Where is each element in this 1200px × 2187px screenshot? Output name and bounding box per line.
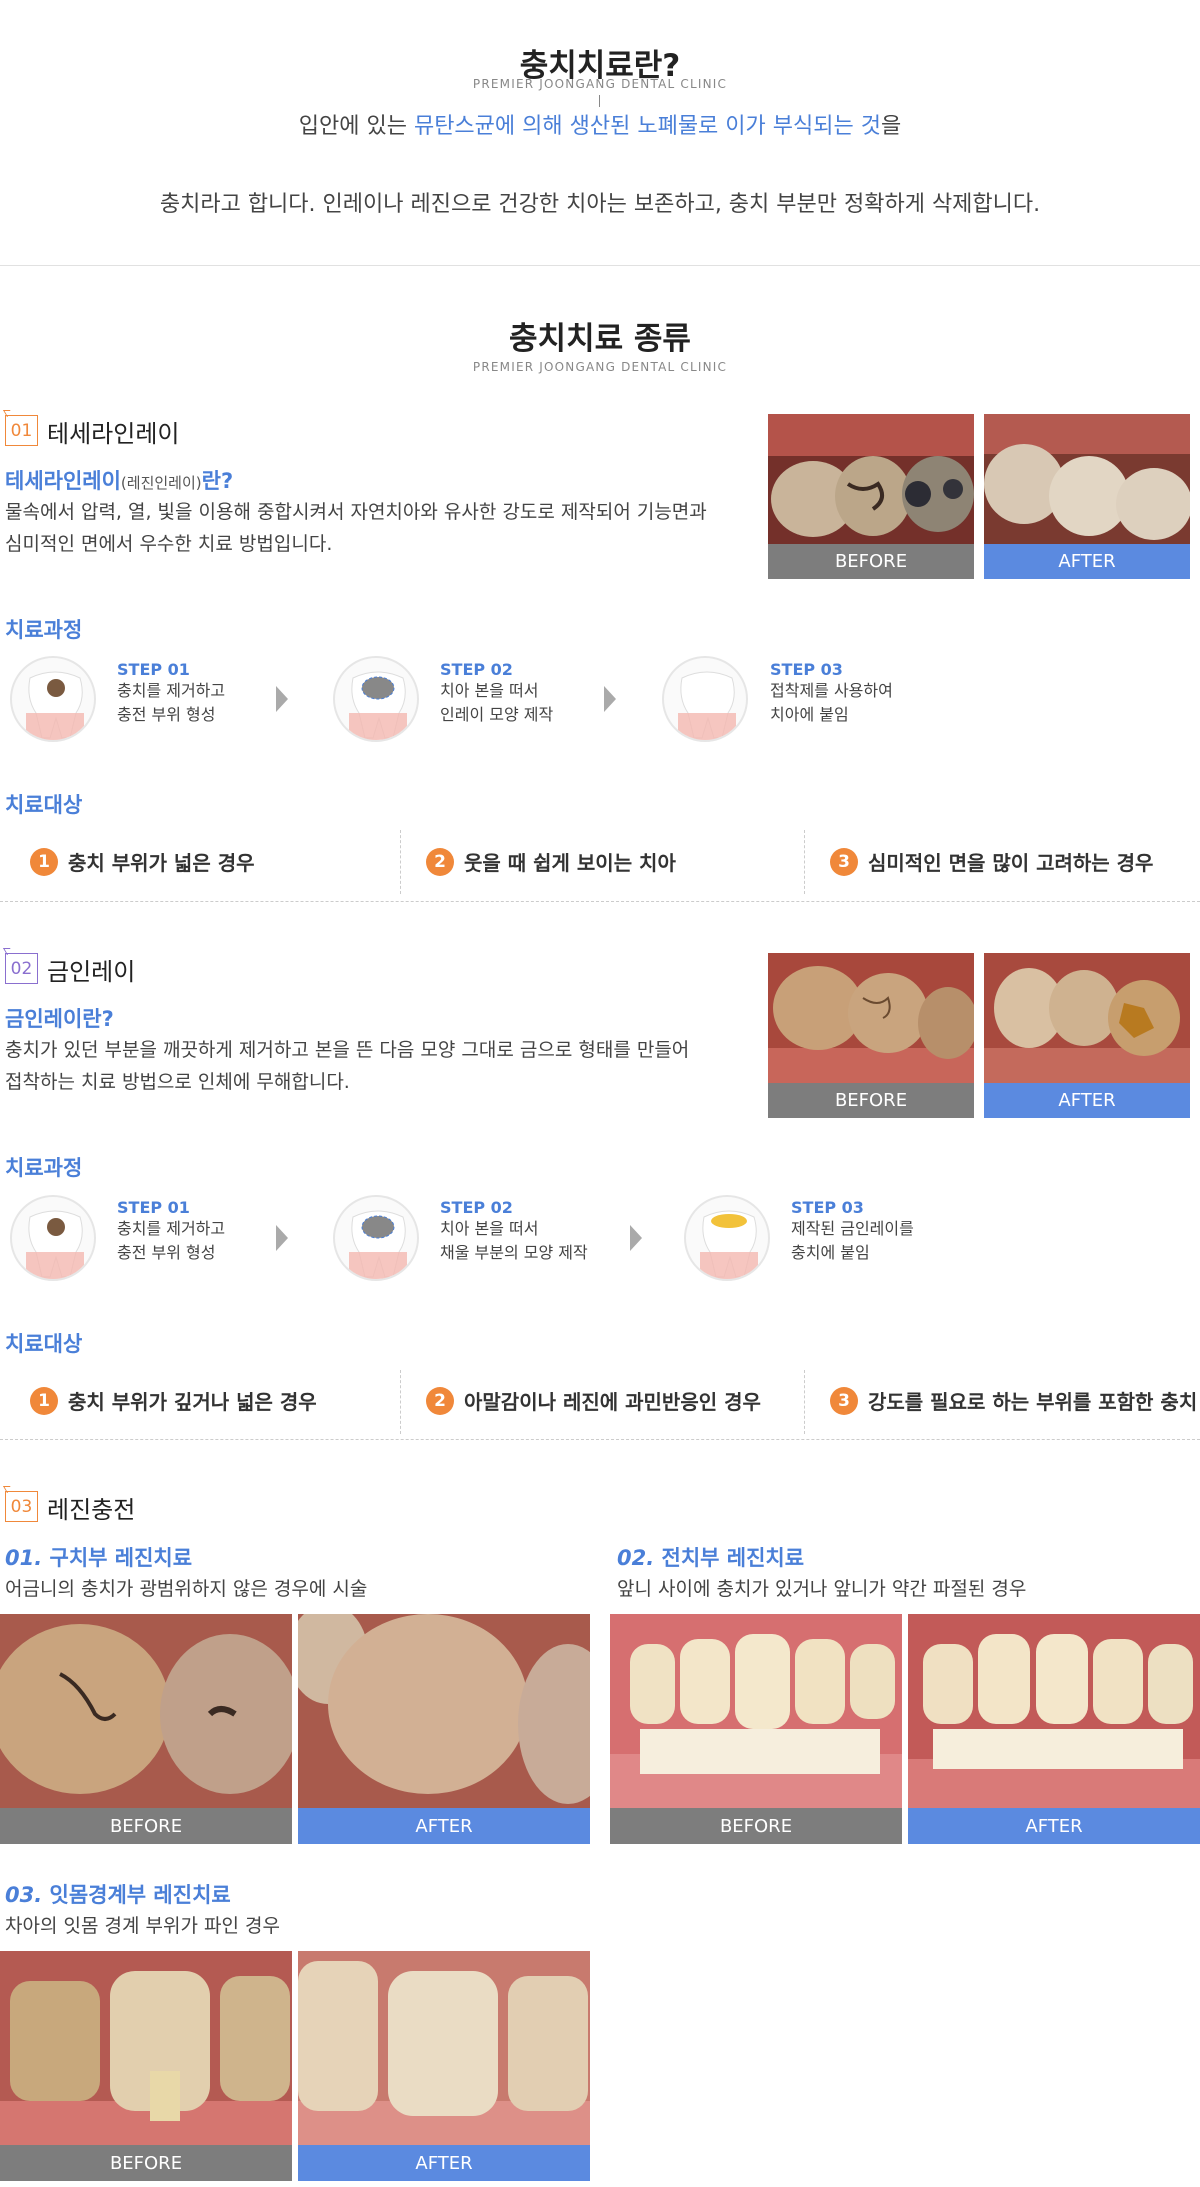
teeth-photo-image bbox=[984, 414, 1190, 544]
teeth-photo-image bbox=[768, 953, 974, 1083]
resin-b-desc: 앞니 사이에 충치가 있거나 앞니가 약간 파절된 경우 bbox=[617, 1578, 1027, 1600]
dashed-divider bbox=[0, 901, 1200, 902]
step-2: STEP 02 치아 본을 떠서 인레이 모양 제작 bbox=[440, 660, 554, 724]
arrow-right-icon bbox=[276, 686, 288, 712]
after-label: AFTER bbox=[908, 1808, 1200, 1844]
step-3-tooth-icon bbox=[662, 656, 748, 742]
after-label: AFTER bbox=[984, 544, 1190, 579]
before-label: BEFORE bbox=[768, 1083, 974, 1118]
target-heading: 치료대상 bbox=[5, 793, 83, 817]
section-number-badge: 03 bbox=[5, 1491, 38, 1522]
before-photo: BEFORE bbox=[768, 414, 974, 579]
before-photo: BEFORE bbox=[610, 1614, 902, 1844]
before-label: BEFORE bbox=[610, 1808, 902, 1844]
before-label: BEFORE bbox=[0, 2145, 292, 2181]
after-photo: AFTER bbox=[984, 414, 1190, 579]
before-label: BEFORE bbox=[0, 1808, 292, 1844]
target-heading: 치료대상 bbox=[5, 1332, 83, 1356]
step-1: STEP 01 충치를 제거하고 충전 부위 형성 bbox=[117, 1198, 226, 1262]
section-divider bbox=[0, 265, 1200, 266]
teeth-photo-image bbox=[298, 1614, 590, 1809]
section-number-badge: 02 bbox=[5, 953, 38, 984]
divider-tick bbox=[599, 95, 600, 107]
target-item: 3 강도를 필요로 하는 부위를 포함한 충치 bbox=[830, 1386, 1197, 1415]
step-2-tooth-icon bbox=[333, 656, 419, 742]
section-description: 충치가 있던 부분을 깨끗하게 제거하고 본을 뜬 다음 모양 그대로 금으로 … bbox=[5, 1039, 690, 1093]
teeth-photo-image bbox=[298, 1951, 590, 2146]
section-title: 금인레이 bbox=[47, 958, 136, 986]
types-subtitle: PREMIER JOONGANG DENTAL CLINIC bbox=[472, 360, 728, 374]
teeth-photo-image bbox=[0, 1951, 292, 2146]
after-photo: AFTER bbox=[298, 1951, 590, 2181]
after-label: AFTER bbox=[298, 2145, 590, 2181]
dashed-divider bbox=[804, 1370, 805, 1434]
before-photo: BEFORE bbox=[0, 1951, 292, 2181]
process-heading: 치료과정 bbox=[5, 618, 83, 642]
resin-a-title: 01. 구치부 레진치료 bbox=[5, 1546, 193, 1570]
dashed-divider bbox=[400, 1370, 401, 1434]
step-3-tooth-icon bbox=[684, 1195, 770, 1281]
dashed-divider bbox=[400, 830, 401, 894]
step-1: STEP 01 충치를 제거하고 충전 부위 형성 bbox=[117, 660, 226, 724]
process-heading: 치료과정 bbox=[5, 1156, 83, 1180]
after-label: AFTER bbox=[984, 1083, 1190, 1118]
resin-a-desc: 어금니의 충치가 광범위하지 않은 경우에 시술 bbox=[5, 1578, 368, 1600]
section-question: 테세라인레이(레진인레이)란? bbox=[5, 469, 234, 493]
dashed-divider bbox=[804, 830, 805, 894]
step-2: STEP 02 치아 본을 떠서 채울 부분의 모양 제작 bbox=[440, 1198, 588, 1262]
after-photo: AFTER bbox=[298, 1614, 590, 1844]
target-item: 1 충치 부위가 넓은 경우 bbox=[30, 847, 255, 876]
step-3: STEP 03 제작된 금인레이를 충치에 붙임 bbox=[791, 1198, 914, 1262]
teeth-photo-image bbox=[908, 1614, 1200, 1809]
intro-line-1: 입안에 있는 뮤탄스균에 의해 생산된 노폐물로 이가 부식되는 것을 bbox=[298, 114, 902, 139]
section-title: 테세라인레이 bbox=[47, 420, 180, 448]
target-item: 2 아말감이나 레진에 과민반응인 경우 bbox=[426, 1386, 761, 1415]
arrow-right-icon bbox=[630, 1225, 642, 1251]
before-photo: BEFORE bbox=[0, 1614, 292, 1844]
clinic-subtitle: PREMIER JOONGANG DENTAL CLINIC bbox=[472, 77, 728, 91]
teeth-photo-image bbox=[768, 414, 974, 544]
target-item: 3 심미적인 면을 많이 고려하는 경우 bbox=[830, 847, 1153, 876]
step-3: STEP 03 접착제를 사용하여 치아에 붙임 bbox=[770, 660, 893, 724]
before-label: BEFORE bbox=[768, 544, 974, 579]
intro-highlight: 뮤탄스균에 의해 생산된 노폐물로 이가 부식되는 것 bbox=[413, 114, 881, 139]
before-photo: BEFORE bbox=[768, 953, 974, 1118]
types-title: 충치치료 종류 bbox=[509, 321, 691, 357]
step-1-tooth-icon bbox=[10, 1195, 96, 1281]
dashed-divider bbox=[0, 1439, 1200, 1440]
step-2-tooth-icon bbox=[333, 1195, 419, 1281]
after-photo: AFTER bbox=[984, 953, 1190, 1118]
teeth-photo-image bbox=[984, 953, 1190, 1083]
teeth-photo-image bbox=[0, 1614, 292, 1809]
arrow-right-icon bbox=[276, 1225, 288, 1251]
target-item: 2 웃을 때 쉽게 보이는 치아 bbox=[426, 847, 676, 876]
step-1-tooth-icon bbox=[10, 656, 96, 742]
section-title: 레진충전 bbox=[47, 1496, 136, 1524]
section-question: 금인레이란? bbox=[5, 1007, 114, 1031]
arrow-right-icon bbox=[604, 686, 616, 712]
after-photo: AFTER bbox=[908, 1614, 1200, 1844]
target-item: 1 충치 부위가 깊거나 넓은 경우 bbox=[30, 1386, 317, 1415]
resin-b-title: 02. 전치부 레진치료 bbox=[617, 1546, 805, 1570]
teeth-photo-image bbox=[610, 1614, 902, 1809]
after-label: AFTER bbox=[298, 1808, 590, 1844]
resin-c-desc: 차아의 잇몸 경계 부위가 파인 경우 bbox=[5, 1915, 280, 1937]
section-description: 물속에서 압력, 열, 빛을 이용해 중합시켜서 자연치아와 유사한 강도로 제… bbox=[5, 501, 707, 555]
section-number-badge: 01 bbox=[5, 415, 38, 446]
intro-line-2: 충치라고 합니다. 인레이나 레진으로 건강한 치아는 보존하고, 충치 부분만… bbox=[159, 192, 1041, 217]
resin-c-title: 03. 잇몸경계부 레진치료 bbox=[5, 1883, 231, 1907]
